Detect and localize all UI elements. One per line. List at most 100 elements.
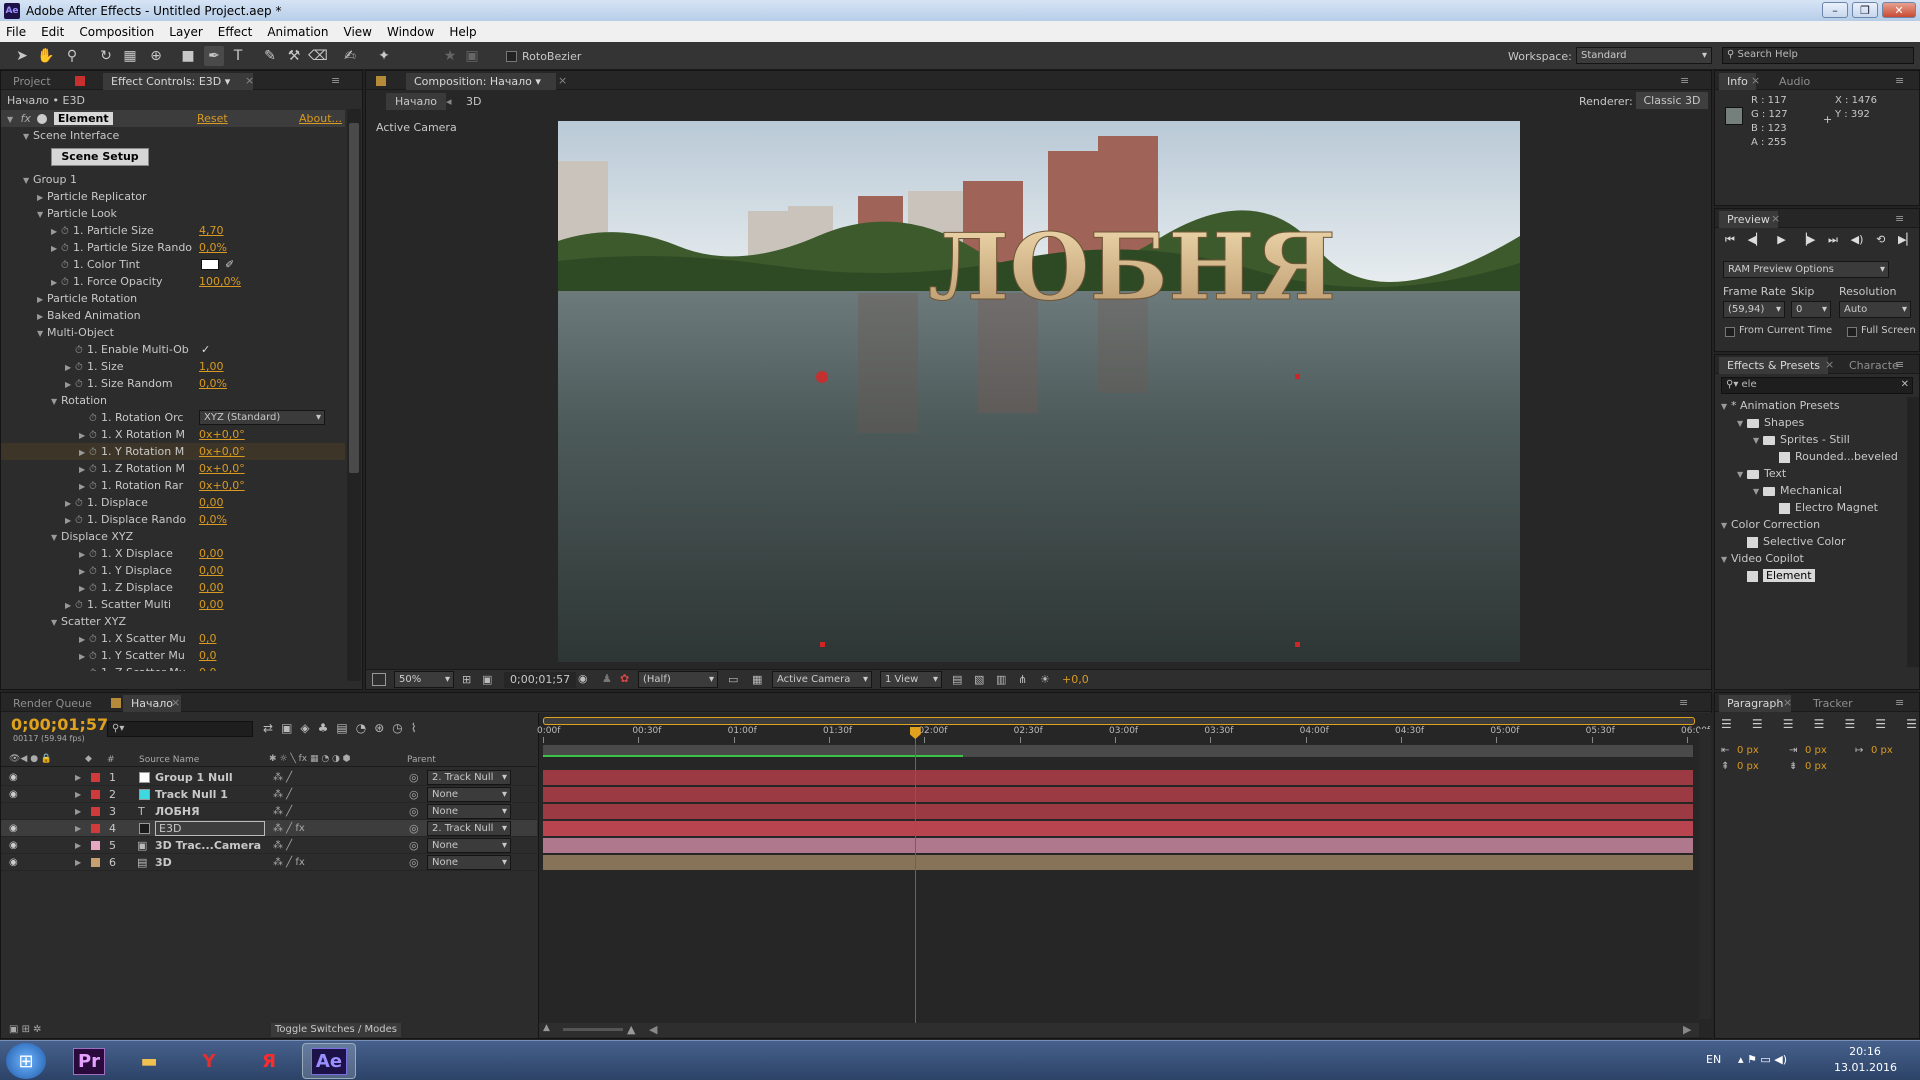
chevron-right-icon[interactable]: ▶: [79, 478, 89, 495]
layer-duration-bar[interactable]: [543, 804, 1693, 819]
reset-exposure-icon[interactable]: ☀: [1040, 673, 1050, 686]
effect-property-row[interactable]: ⏱ 1. Color Tint ✐: [1, 256, 345, 273]
close-tab-icon[interactable]: ×: [1783, 696, 1792, 709]
menu-edit[interactable]: Edit: [41, 25, 64, 39]
chevron-right-icon[interactable]: ▶: [51, 240, 61, 257]
chevron-down-icon[interactable]: ▼: [51, 393, 61, 410]
effect-toggle-icon[interactable]: [37, 114, 48, 124]
layer-switches[interactable]: ⁂ ╱: [273, 837, 292, 854]
eye-icon[interactable]: ◉: [9, 837, 18, 854]
chevron-right-icon[interactable]: ▶: [51, 274, 61, 291]
premiere-taskbar-icon[interactable]: Pr: [62, 1043, 116, 1079]
chevron-right-icon[interactable]: ▶: [65, 512, 75, 529]
chevron-right-icon[interactable]: ▶: [79, 563, 89, 580]
comp-nav-next[interactable]: 3D: [466, 95, 481, 108]
clear-search-icon[interactable]: ✕: [1901, 378, 1909, 392]
panel-menu-icon[interactable]: ≡: [1680, 74, 1689, 87]
tray-icons[interactable]: ▴ ⚑ ▭ ◀): [1738, 1053, 1787, 1066]
color-tint-swatch[interactable]: [201, 259, 219, 270]
chevron-right-icon[interactable]: ▶: [79, 665, 89, 671]
toggle-pixel-aspect-icon[interactable]: ▤: [952, 673, 962, 686]
composition-viewer[interactable]: ЛОБНЯ: [558, 121, 1520, 662]
chevron-right-icon[interactable]: ▶: [79, 546, 89, 563]
chevron-right-icon[interactable]: ▶: [79, 580, 89, 597]
effect-property-value[interactable]: 0x+0,0°: [199, 426, 245, 443]
toggle-switches-modes-button[interactable]: Toggle Switches / Modes: [271, 1023, 401, 1037]
time-ruler[interactable]: 0:00f 00:30f 01:00f 01:30f 02:00f 02:30f 03:00…: [537, 726, 1710, 743]
panel-menu-icon[interactable]: ≡: [1895, 696, 1904, 709]
current-time-display[interactable]: 0;00;01;57: [504, 672, 577, 688]
next-frame-icon[interactable]: ▕▶: [1798, 233, 1815, 247]
effect-property-row[interactable]: ⏱ 1. Enable Multi-Ob ✓: [1, 341, 345, 358]
layer-name[interactable]: 3D: [155, 854, 172, 871]
layer-duration-bar[interactable]: [543, 770, 1693, 785]
effect-property-value[interactable]: 0x+0,0°: [199, 460, 245, 477]
effect-property-row[interactable]: ▶⏱1. Z Scatter Mu 0,0: [1, 664, 345, 671]
eye-icon[interactable]: ◉: [9, 854, 18, 871]
snapshot-icon[interactable]: ◉: [578, 672, 588, 685]
clock-date[interactable]: 13.01.2016: [1834, 1061, 1897, 1074]
enable-checkbox[interactable]: ✓: [201, 341, 210, 358]
close-tab-icon[interactable]: ×: [245, 74, 254, 87]
zoom-out-icon[interactable]: ▲: [543, 1023, 550, 1033]
roto-brush-tool-icon[interactable]: ✍: [340, 46, 360, 66]
tab-render-queue[interactable]: Render Queue: [5, 695, 100, 712]
menu-animation[interactable]: Animation: [267, 25, 328, 39]
panel-menu-icon[interactable]: ≡: [1895, 358, 1904, 371]
hand-tool-icon[interactable]: ✋: [36, 46, 56, 66]
panel-menu-icon[interactable]: ≡: [1895, 212, 1904, 225]
effect-property-row[interactable]: ▼ Scatter XYZ: [1, 613, 345, 630]
preset-tree-item[interactable]: Element: [1715, 567, 1905, 584]
stopwatch-icon[interactable]: ⏱: [89, 648, 101, 665]
channel-icon[interactable]: ✿: [620, 672, 629, 685]
parent-dropdown[interactable]: None ▾: [427, 838, 511, 853]
stopwatch-icon[interactable]: ⏱: [89, 563, 101, 580]
rotobezier-checkbox[interactable]: [506, 51, 517, 62]
layer-label-color[interactable]: [91, 773, 100, 782]
effect-property-row[interactable]: ▶ ⏱ 1. Particle Size Rando 0,0%: [1, 239, 345, 256]
stopwatch-icon[interactable]: ⏱: [75, 359, 87, 376]
chevron-right-icon[interactable]: ▶: [65, 359, 75, 376]
menu-help[interactable]: Help: [449, 25, 476, 39]
effect-property-value[interactable]: 0,00: [199, 596, 224, 613]
chevron-right-icon[interactable]: ▶: [79, 648, 89, 665]
chevron-right-icon[interactable]: ▶: [75, 854, 81, 871]
play-icon[interactable]: ▶: [1777, 233, 1785, 247]
effect-property-value[interactable]: 0,0: [199, 664, 217, 671]
time-navigator[interactable]: [543, 717, 1695, 725]
effect-property-row[interactable]: ▶ ⏱ 1. Displace 0,00: [1, 494, 345, 511]
view-layout-dropdown[interactable]: 1 View ▾: [880, 671, 942, 688]
show-snapshot-icon[interactable]: ♟: [602, 672, 612, 685]
effect-property-row[interactable]: ▼ Rotation: [1, 392, 345, 409]
transparency-grid-icon[interactable]: ▦: [752, 673, 762, 686]
layer-duration-bar[interactable]: [543, 838, 1693, 853]
effect-property-row[interactable]: ▶ Particle Rotation: [1, 290, 345, 307]
effect-property-row[interactable]: ▶ ⏱ 1. Size 1,00: [1, 358, 345, 375]
rotation-order-dropdown[interactable]: XYZ (Standard) ▾: [199, 410, 325, 425]
effect-property-row[interactable]: ▶ Baked Animation: [1, 307, 345, 324]
chevron-down-icon[interactable]: ▼: [37, 206, 47, 223]
ram-preview-options-dropdown[interactable]: RAM Preview Options ▾: [1723, 261, 1889, 278]
layer-switches[interactable]: ⁂ ╱: [273, 786, 292, 803]
layer-switches[interactable]: ⁂ ╱ fx: [273, 854, 305, 871]
layer-duration-bar[interactable]: [543, 855, 1693, 870]
flowchart-icon[interactable]: ⋔: [1018, 673, 1027, 686]
chevron-down-icon[interactable]: ▼: [37, 325, 47, 342]
chevron-right-icon[interactable]: ▶: [75, 786, 81, 803]
mute-audio-icon[interactable]: ◀): [1851, 233, 1864, 247]
layer-label-color[interactable]: [91, 858, 100, 867]
effects-scrollbar[interactable]: [1907, 397, 1919, 667]
renderer-button[interactable]: Classic 3D: [1636, 92, 1708, 109]
stopwatch-icon[interactable]: ⏱: [89, 580, 101, 597]
maximize-button[interactable]: ❐: [1852, 2, 1878, 18]
work-area-bar[interactable]: [543, 745, 1693, 757]
preset-tree-item[interactable]: ▼ Sprites - Still: [1715, 431, 1905, 448]
panel-menu-icon[interactable]: ≡: [1679, 696, 1688, 709]
layer-name[interactable]: Group 1 Null: [155, 769, 233, 786]
chevron-right-icon[interactable]: ▶: [79, 427, 89, 444]
camera-view-dropdown[interactable]: Active Camera ▾: [772, 671, 872, 688]
effect-property-row[interactable]: ▶ ⏱ 1. Rotation Rar 0x+0,0°: [1, 477, 345, 494]
yandex-browser-taskbar-icon[interactable]: Y: [182, 1043, 236, 1079]
preset-tree-item[interactable]: ▼ Mechanical: [1715, 482, 1905, 499]
selection-tool-icon[interactable]: ➤: [12, 46, 32, 66]
